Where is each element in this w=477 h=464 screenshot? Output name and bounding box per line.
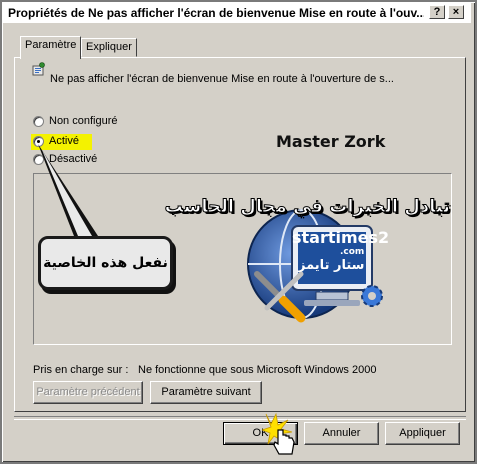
gear-icon [361,285,383,307]
callout-text: نفعل هذه الخاصية [43,255,168,271]
supported-on-value: Ne fonctionne que sous Microsoft Windows… [138,364,377,376]
logo-brand-arabic: ستار تايمز [298,258,365,273]
policy-name: Ne pas afficher l'écran de bienvenue Mis… [50,73,394,85]
callout-pointer [38,144,98,236]
logo-tagline: تبادل الخبرات في مجال الحاسب [164,196,450,218]
logo-brand: startimes2 [292,228,390,247]
tab-expliquer[interactable]: Expliquer [81,38,137,57]
annotation-author: Master Zork [276,132,386,151]
logo-domain: .com [340,247,365,257]
window-title: Propriétés de Ne pas afficher l'écran de… [8,6,424,20]
tab-parametre[interactable]: Paramètre [20,36,82,59]
close-button[interactable]: × [448,5,464,19]
separator [14,416,466,420]
help-button[interactable]: ? [429,5,445,19]
supported-on-label: Pris en charge sur : [33,364,129,376]
title-bar[interactable]: Propriétés de Ne pas afficher l'écran de… [2,2,471,23]
radio-button[interactable] [33,116,44,127]
annotation-callout: نفعل هذه الخاصية [38,236,173,290]
wrench-tool-icon [254,271,306,323]
previous-setting-button[interactable]: Paramètre précédent [33,381,143,404]
policy-setting-icon [32,62,45,76]
next-setting-button[interactable]: Paramètre suivant [150,381,262,404]
hand-cursor-icon [262,412,295,455]
radio-label: Non configuré [49,115,118,127]
cancel-button[interactable]: Annuler [304,422,379,445]
apply-button[interactable]: Appliquer [385,422,460,445]
